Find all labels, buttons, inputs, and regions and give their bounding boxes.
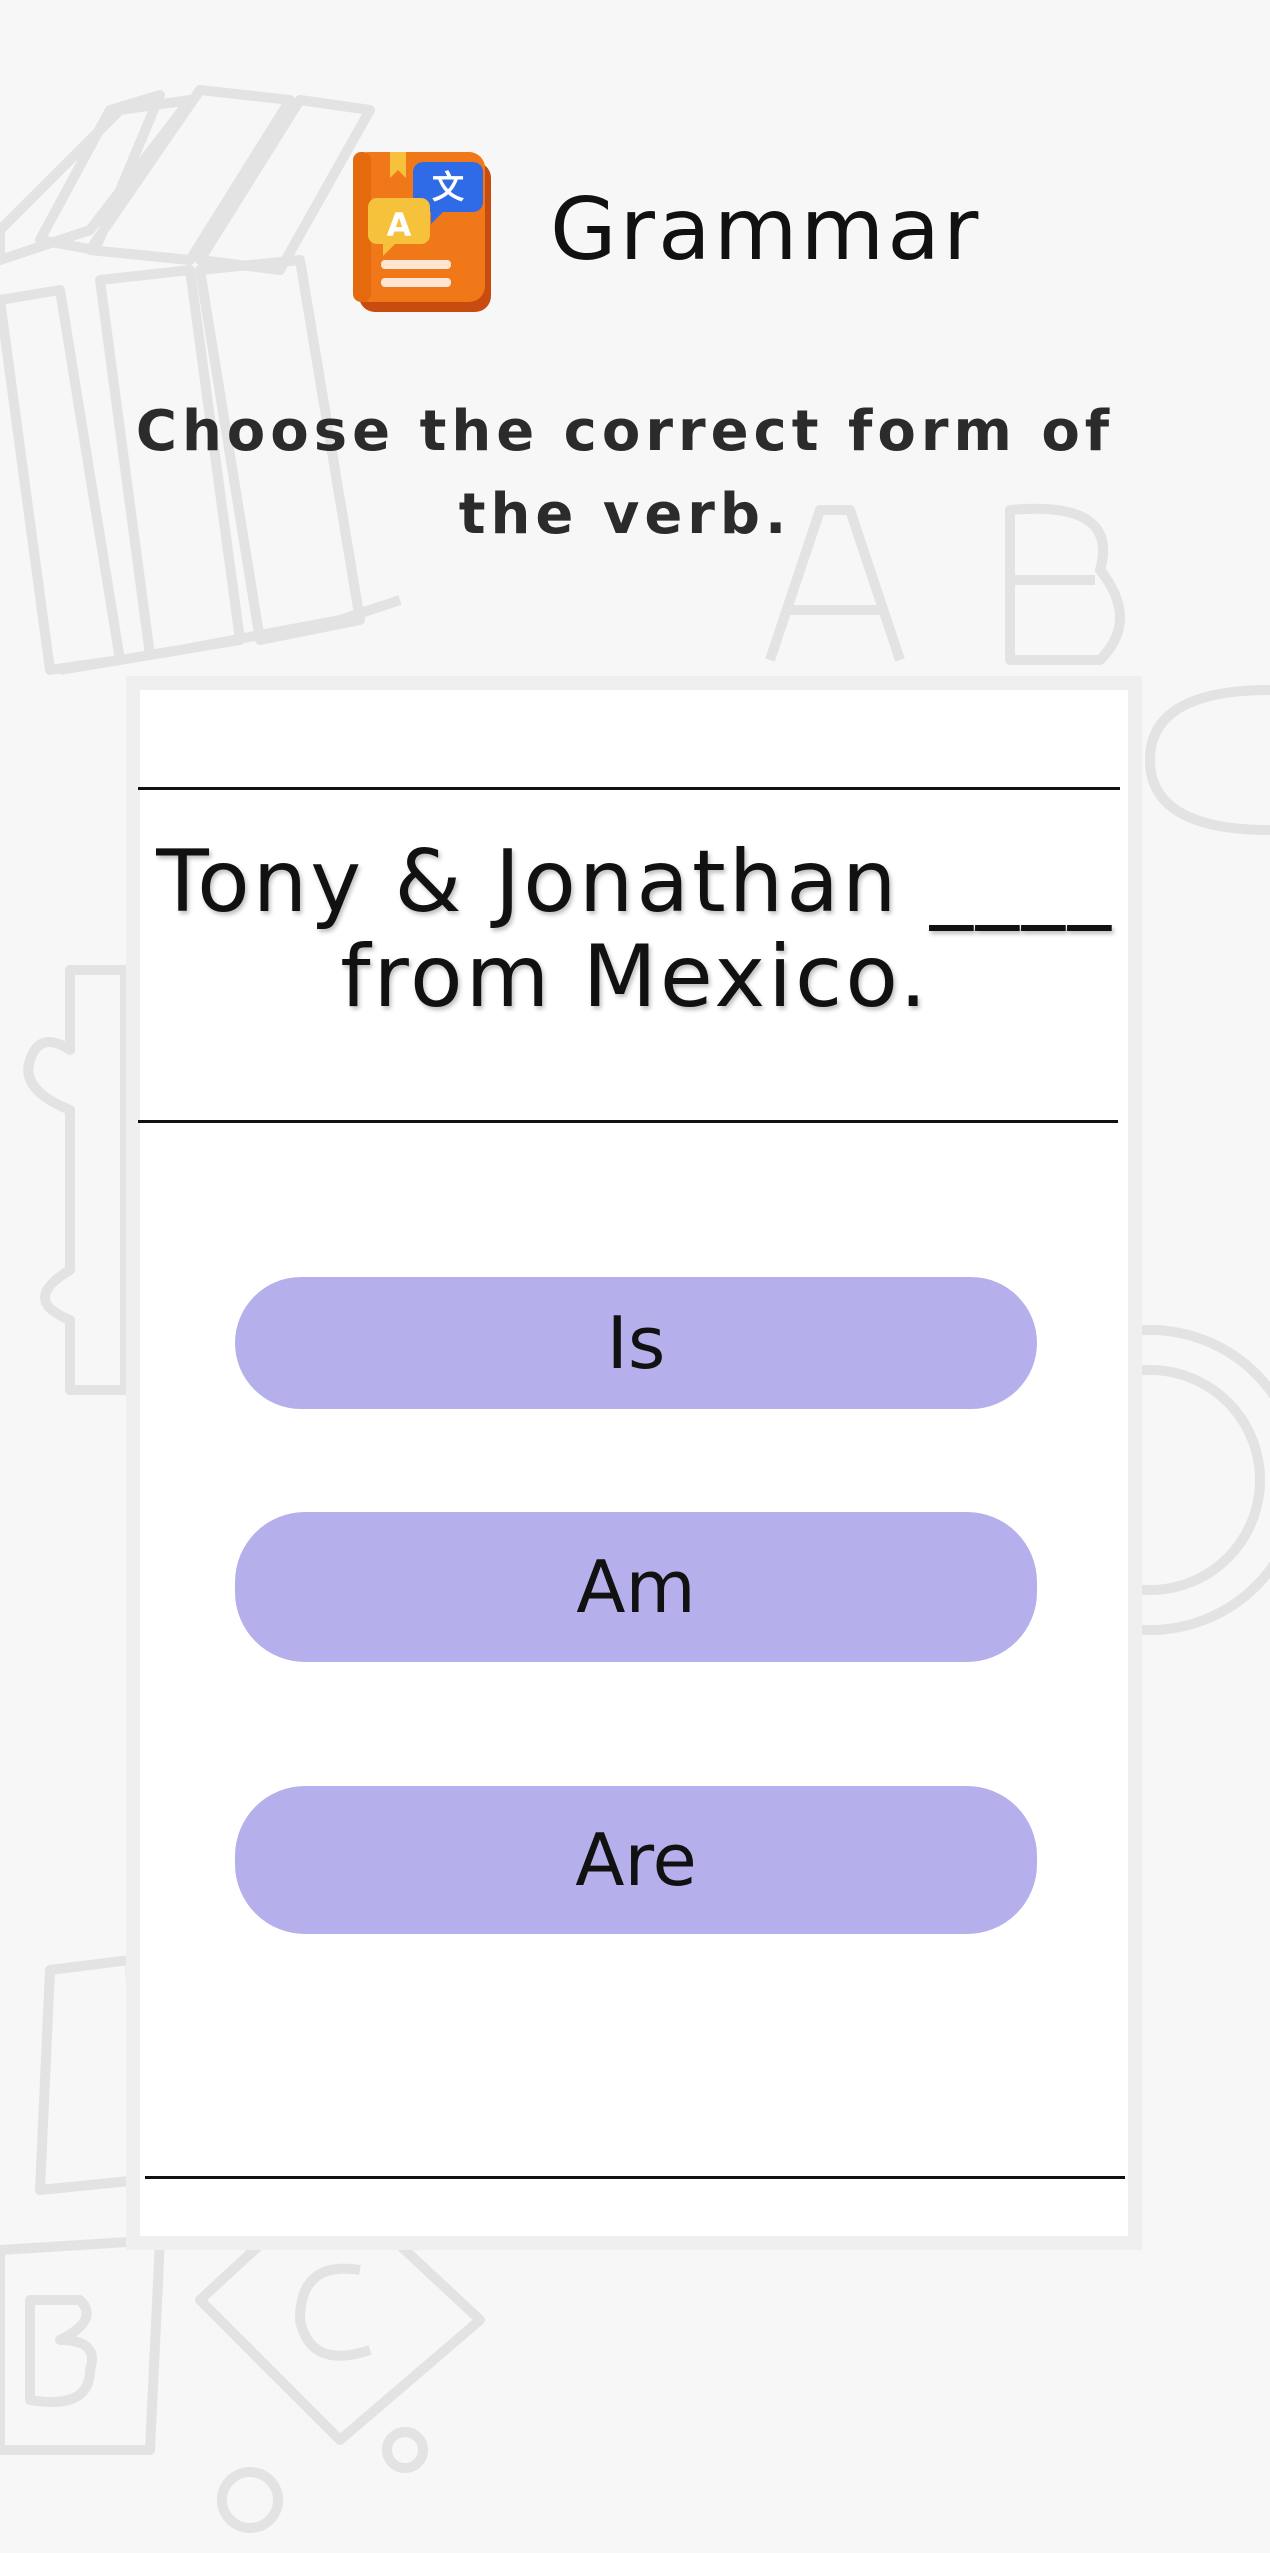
answer-option-am[interactable]: Am [235, 1512, 1037, 1662]
answer-option-are[interactable]: Are [235, 1786, 1037, 1934]
question-text: Tony & Jonathan ____ from Mexico. [140, 835, 1130, 1025]
app-title: Grammar [550, 180, 982, 280]
top-divider [138, 787, 1120, 790]
instruction-text: Choose the correct form of the verb. [135, 399, 1115, 547]
translate-book-icon: 文 A [353, 152, 491, 312]
block-a-doodle [35, 1955, 145, 2195]
app-header: 文 A Grammar [0, 130, 1270, 330]
middle-divider [138, 1120, 1118, 1123]
question-line-1: Tony & Jonathan ____ [156, 832, 1114, 932]
question-line-2: from Mexico. [340, 927, 930, 1027]
puzzle-doodle [23, 965, 130, 1395]
svg-text:文: 文 [432, 168, 464, 206]
answer-option-is[interactable]: Is [235, 1277, 1037, 1409]
svg-text:A: A [387, 206, 412, 244]
bottom-divider [145, 2176, 1125, 2179]
